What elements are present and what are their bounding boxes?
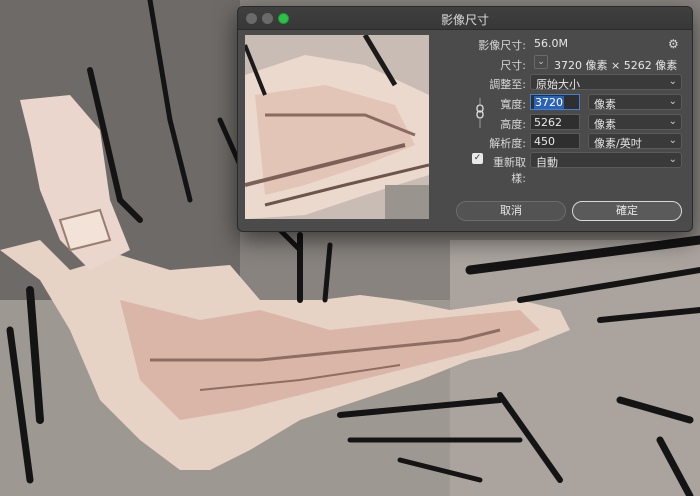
height-label: 高度:: [500, 118, 526, 131]
image-size-value: 56.0M: [534, 37, 568, 50]
fit-to-value: 原始大小: [536, 78, 580, 91]
width-unit-value: 像素: [594, 98, 616, 111]
chevron-down-icon: ⌄: [537, 57, 545, 67]
fit-to-label: 調整至:: [489, 78, 526, 91]
width-label: 寬度:: [500, 98, 526, 111]
image-preview[interactable]: [245, 35, 429, 219]
resample-checkbox[interactable]: ✓: [472, 153, 483, 164]
height-value: 5262: [534, 116, 562, 129]
image-size-label: 影像尺寸:: [478, 39, 526, 52]
preview-thumbnail: [245, 35, 429, 219]
resolution-unit-value: 像素/英吋: [594, 137, 642, 150]
gear-icon[interactable]: ⚙: [668, 37, 679, 51]
checkmark-icon: ✓: [473, 153, 482, 163]
resolution-value: 450: [534, 135, 555, 148]
height-unit-value: 像素: [594, 118, 616, 131]
chevron-down-icon: ⌄: [668, 96, 677, 107]
resample-select[interactable]: 自動 ⌄: [530, 152, 682, 169]
width-value: 3720: [534, 96, 564, 109]
width-unit-select[interactable]: 像素 ⌄: [588, 94, 682, 111]
dialog-titlebar[interactable]: 影像尺寸: [238, 7, 692, 30]
ok-button[interactable]: 確定: [572, 201, 682, 221]
height-unit-select[interactable]: 像素 ⌄: [588, 114, 682, 131]
image-size-dialog: 影像尺寸 影像尺寸: 56.0M ⚙ 尺寸: ⌄ 3720 像素 × 5262 …: [237, 6, 693, 232]
dimensions-value: 3720 像素 × 5262 像素: [554, 59, 678, 72]
chevron-down-icon: ⌄: [668, 154, 677, 165]
resample-label: 重新取樣:: [493, 156, 526, 185]
dimensions-label: 尺寸:: [500, 59, 526, 72]
fit-to-select[interactable]: 原始大小 ⌄: [530, 74, 682, 91]
height-input[interactable]: 5262: [530, 114, 580, 130]
chevron-down-icon: ⌄: [668, 116, 677, 127]
width-input[interactable]: 3720: [530, 94, 580, 110]
resolution-input[interactable]: 450: [530, 133, 580, 149]
resolution-unit-select[interactable]: 像素/英吋 ⌄: [588, 133, 682, 150]
cancel-button[interactable]: 取消: [456, 201, 566, 221]
resolution-label: 解析度:: [489, 137, 526, 150]
dimensions-unit-menu[interactable]: ⌄: [534, 55, 548, 69]
resample-value: 自動: [536, 156, 558, 169]
chevron-down-icon: ⌄: [668, 76, 677, 87]
chevron-down-icon: ⌄: [668, 135, 677, 146]
dialog-title: 影像尺寸: [440, 13, 489, 27]
